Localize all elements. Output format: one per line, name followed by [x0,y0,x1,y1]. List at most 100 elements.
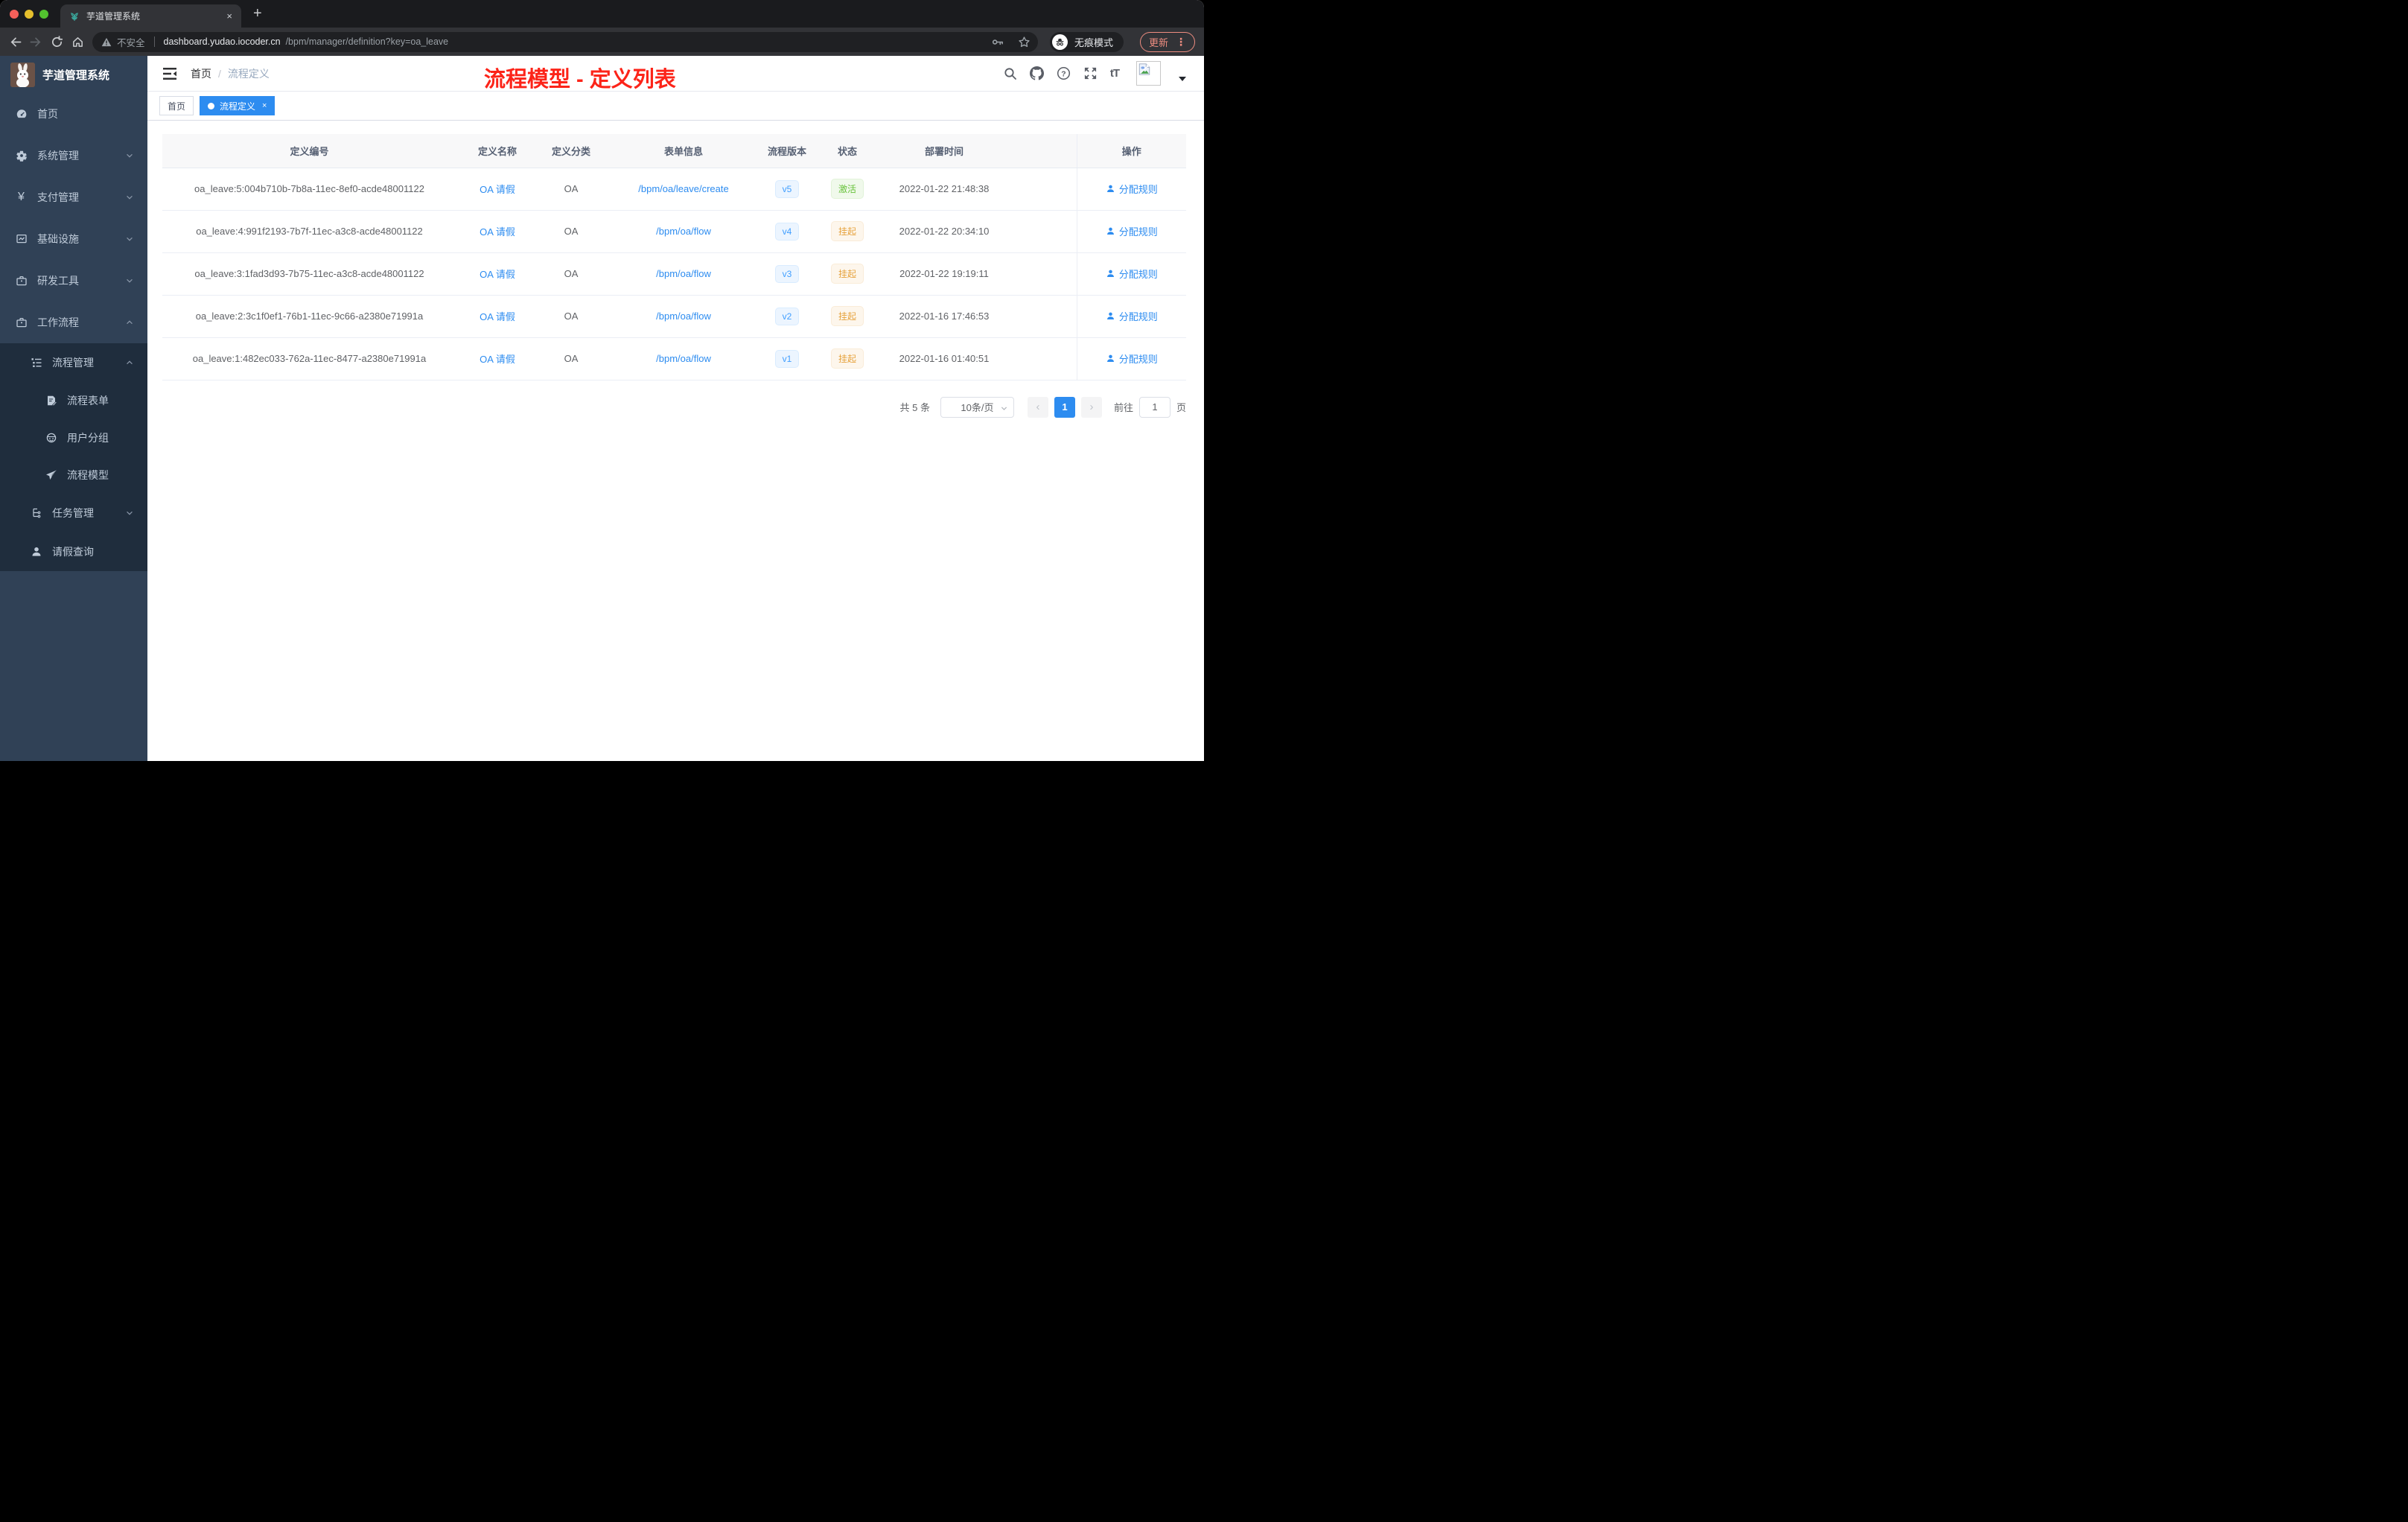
next-page-button[interactable]: › [1080,396,1102,418]
assign-rule-button[interactable]: 分配规则 [1106,309,1158,323]
assign-rule-button[interactable]: 分配规则 [1106,267,1158,281]
sidebar-item-label: 工作流程 [37,316,79,328]
pagination: 共 5 条 10条/页 ‹ 1 › 前往 页 [162,396,1186,418]
assign-rule-button[interactable]: 分配规则 [1106,224,1158,238]
incognito-label: 无痕模式 [1074,36,1113,48]
browser-update-button[interactable]: 更新 ⋮ [1139,31,1195,52]
avatar[interactable] [1136,61,1161,86]
goto-page-input[interactable] [1138,396,1170,418]
back-icon[interactable] [9,36,22,48]
sidebar-item-leave-query[interactable]: 请假查询 [0,532,147,571]
current-page-button[interactable]: 1 [1054,396,1075,418]
tree-icon [30,507,42,519]
form-link[interactable]: /bpm/oa/flow [656,226,711,237]
minimize-window-button[interactable] [25,9,34,19]
close-window-button[interactable] [10,9,19,19]
user-icon [30,546,42,558]
assign-rule-label: 分配规则 [1118,226,1158,238]
breadcrumb: 首页 / 流程定义 [191,66,270,81]
tab-close-icon[interactable]: × [226,10,232,22]
favicon-icon [69,11,80,22]
avatar-dropdown-caret-icon[interactable] [1179,76,1186,81]
forward-icon[interactable] [30,36,42,48]
sidebar-menu: 首页 系统管理 ¥ 支付管理 基础设施 研发工具 工作流程 流程管理 流程表单 … [0,93,147,571]
definition-name-link[interactable]: OA 请假 [480,226,515,238]
page-unit-label: 页 [1176,402,1186,413]
form-link[interactable]: /bpm/oa/leave/create [638,183,728,194]
column-header: 流程版本 [763,134,811,168]
filler-cell [1004,168,1077,211]
url-divider [153,36,155,47]
reload-icon[interactable] [51,35,63,48]
table-row: oa_leave:1:482ec033-762a-11ec-8477-a2380… [162,337,1186,380]
github-icon[interactable] [1029,66,1044,80]
browser-menu-icon[interactable]: ⋮ [1176,36,1186,48]
sidebar-item-process-management[interactable]: 流程管理 [0,343,147,382]
definition-name-link[interactable]: OA 请假 [480,269,515,280]
sidebar-item-label: 研发工具 [37,275,79,287]
zoom-window-button[interactable] [39,9,48,19]
security-label[interactable]: 不安全 [117,35,145,49]
form-link[interactable]: /bpm/oa/flow [656,311,711,322]
assign-rule-button[interactable]: 分配规则 [1106,182,1158,196]
sidebar-item-user-group[interactable]: 用户分组 [0,419,147,456]
sidebar-item-label: 流程模型 [67,469,109,481]
table-row: oa_leave:2:3c1f0ef1-76b1-11ec-9c66-a2380… [162,295,1186,338]
sidebar-item-label: 基础设施 [37,233,79,245]
tag-close-icon[interactable]: × [262,101,267,110]
address-bar[interactable]: 不安全 dashboard.yudao.iocoder.cn/bpm/manag… [92,31,1038,52]
user-group-icon [45,432,57,444]
new-tab-button[interactable]: + [253,5,262,22]
page-size-select[interactable]: 10条/页 [940,396,1014,418]
definition-name-link[interactable]: OA 请假 [480,184,515,195]
fullscreen-icon[interactable] [1083,66,1098,80]
sidebar-item-infrastructure[interactable]: 基础设施 [0,218,147,260]
chevron-up-icon [125,358,134,367]
svg-text:?: ? [1061,70,1066,78]
sidebar-item-workflow[interactable]: 工作流程 [0,302,147,343]
column-header: 状态 [811,134,884,168]
tag-process-definition[interactable]: 流程定义 × [200,96,275,115]
sidebar-item-label: 任务管理 [52,507,94,519]
dashboard-icon [15,108,28,120]
status-badge: 激活 [830,179,864,199]
briefcase-icon [15,275,28,287]
sidebar-item-payment[interactable]: ¥ 支付管理 [0,176,147,218]
version-badge: v5 [774,179,800,198]
assign-rule-label: 分配规则 [1118,354,1158,365]
definition-id: oa_leave:4:991f2193-7b7f-11ec-a3c8-acde4… [162,210,456,253]
prev-page-button[interactable]: ‹ [1027,396,1048,418]
column-header: 定义编号 [162,134,456,168]
definition-name-link[interactable]: OA 请假 [480,354,515,365]
tag-home[interactable]: 首页 [159,96,194,115]
form-link[interactable]: /bpm/oa/flow [656,353,711,364]
search-icon[interactable] [1004,67,1017,80]
breadcrumb-home[interactable]: 首页 [191,66,211,81]
bookmark-star-icon[interactable] [1018,36,1031,48]
sidebar-item-process-form[interactable]: 流程表单 [0,382,147,419]
definition-name-link[interactable]: OA 请假 [480,311,515,322]
logo-image [10,62,35,87]
status-badge: 挂起 [830,348,864,369]
assign-rule-label: 分配规则 [1118,311,1158,322]
help-icon[interactable]: ? [1057,66,1071,80]
table-row: oa_leave:4:991f2193-7b7f-11ec-a3c8-acde4… [162,210,1186,253]
update-label: 更新 [1148,36,1168,48]
form-link[interactable]: /bpm/oa/flow [656,268,711,279]
sidebar-item-home[interactable]: 首页 [0,93,147,135]
security-warning-icon[interactable] [101,37,112,47]
sidebar-item-system[interactable]: 系统管理 [0,135,147,176]
main-area: 流程模型 - 定义列表 首页 / 流程定义 ? tT 首页 流程定义 × 定义编… [147,56,1204,761]
sidebar-item-process-model[interactable]: 流程模型 [0,456,147,494]
sidebar-fold-icon[interactable] [162,67,177,80]
sidebar-item-dev-tools[interactable]: 研发工具 [0,260,147,302]
password-key-icon[interactable] [991,36,1004,48]
font-size-icon[interactable]: tT [1110,67,1120,80]
home-icon[interactable] [71,36,84,48]
browser-tab[interactable]: 芋道管理系统 × [60,4,241,28]
assign-rule-button[interactable]: 分配规则 [1106,351,1158,366]
gear-icon [15,150,28,162]
definition-id: oa_leave:3:1fad3d93-7b75-11ec-a3c8-acde4… [162,252,456,296]
sidebar-item-task-management[interactable]: 任务管理 [0,494,147,532]
annotation-title: 流程模型 - 定义列表 [484,68,676,92]
